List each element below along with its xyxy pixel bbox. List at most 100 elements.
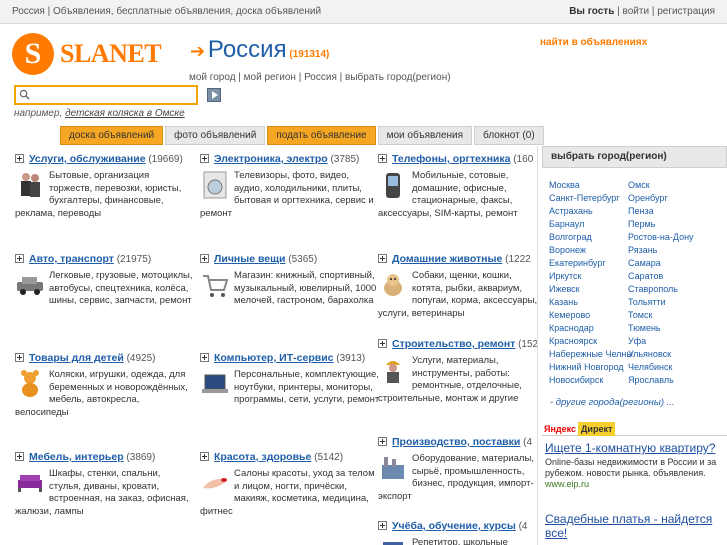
find-in-ads-link[interactable]: найти в объявлениях bbox=[540, 37, 647, 48]
expand-icon[interactable] bbox=[378, 339, 387, 348]
tab-my-ads[interactable]: мои объявления bbox=[377, 126, 473, 145]
dog-icon bbox=[384, 274, 402, 296]
worker-icon bbox=[386, 361, 400, 383]
city-link[interactable]: Тольятти bbox=[628, 297, 666, 307]
city-link[interactable]: Омск bbox=[628, 180, 650, 190]
category-services: Услуги, обслуживание (19669) Бытовые, ор… bbox=[15, 153, 195, 220]
city-link[interactable]: Ростов-на-Дону bbox=[628, 232, 694, 242]
city-link[interactable]: Пенза bbox=[628, 206, 654, 216]
category-title[interactable]: Красота, здоровье bbox=[214, 451, 311, 463]
expand-icon[interactable] bbox=[15, 353, 24, 362]
category-title[interactable]: Услуги, обслуживание bbox=[29, 153, 146, 165]
expand-icon[interactable] bbox=[15, 154, 24, 163]
login-link[interactable]: войти bbox=[623, 6, 650, 17]
region-links[interactable]: мой город | мой регион | Россия | выбрат… bbox=[189, 72, 451, 83]
site-tagline: Россия | Объявления, бесплатные объявлен… bbox=[12, 6, 322, 17]
tab-photo-ads[interactable]: фото объявлений bbox=[165, 126, 266, 145]
category-title[interactable]: Производство, поставки bbox=[392, 436, 520, 448]
category-title[interactable]: Товары для детей bbox=[29, 352, 124, 364]
city-link[interactable]: Уфа bbox=[628, 336, 646, 346]
search-box[interactable] bbox=[14, 85, 198, 105]
city-link[interactable]: Набережные Челны bbox=[549, 349, 633, 359]
category-count: (160 bbox=[513, 154, 534, 165]
expand-icon[interactable] bbox=[200, 154, 209, 163]
category-education: Учёба, обучение, курсы (4 Репетитор, шко… bbox=[378, 520, 538, 545]
category-title[interactable]: Электроника, электро bbox=[214, 153, 328, 165]
city-link[interactable]: Ижевск bbox=[549, 284, 580, 294]
category-title[interactable]: Личные вещи bbox=[214, 253, 285, 265]
category-construction: Строительство, ремонт (152 Услуги, матер… bbox=[378, 338, 538, 405]
category-count: (3869) bbox=[126, 452, 156, 463]
separator: | bbox=[651, 6, 655, 17]
city-sidebar: выбрать город(регион) Москва Санкт-Петер… bbox=[542, 146, 727, 388]
city-link[interactable]: Рязань bbox=[628, 245, 657, 255]
city-link[interactable]: Барнаул bbox=[549, 219, 584, 229]
category-title[interactable]: Учёба, обучение, курсы bbox=[392, 520, 516, 532]
search-input[interactable] bbox=[32, 87, 192, 103]
ad-item: Свадебные платья - найдется все! bbox=[545, 512, 725, 540]
city-link[interactable]: Самара bbox=[628, 258, 661, 268]
category-title[interactable]: Строительство, ремонт bbox=[392, 338, 515, 350]
business-people-icon bbox=[21, 173, 40, 197]
expand-icon[interactable] bbox=[15, 254, 24, 263]
ad-url[interactable]: www.eip.ru bbox=[545, 479, 725, 489]
search-submit-button[interactable] bbox=[207, 88, 221, 102]
expand-icon[interactable] bbox=[200, 452, 209, 461]
category-title[interactable]: Компьютер, ИТ-сервис bbox=[214, 352, 333, 364]
city-link[interactable]: Томск bbox=[628, 310, 652, 320]
direct-label[interactable]: Директ bbox=[578, 422, 616, 436]
city-link[interactable]: Санкт-Петербург bbox=[549, 193, 620, 203]
expand-icon[interactable] bbox=[378, 521, 387, 530]
tab-board[interactable]: доска объявлений bbox=[60, 126, 164, 145]
site-logo[interactable]: S SLANET bbox=[12, 33, 162, 77]
city-link[interactable]: Ставрополь bbox=[628, 284, 678, 294]
search-example: например, детская коляска в Омске bbox=[14, 108, 185, 119]
city-link[interactable]: Красноярск bbox=[549, 336, 597, 346]
expand-icon[interactable] bbox=[378, 154, 387, 163]
category-count: (3913) bbox=[336, 353, 366, 364]
city-link[interactable]: Казань bbox=[549, 297, 578, 307]
city-link[interactable]: Иркутск bbox=[549, 271, 581, 281]
city-link[interactable]: Пермь bbox=[628, 219, 655, 229]
city-link[interactable]: Кемерово bbox=[549, 310, 590, 320]
city-link[interactable]: Волгоград bbox=[549, 232, 592, 242]
city-link[interactable]: Москва bbox=[549, 180, 580, 190]
city-link[interactable]: Нижний Новгород bbox=[549, 362, 624, 372]
register-link[interactable]: регистрация bbox=[657, 6, 715, 17]
category-count: (4925) bbox=[126, 353, 156, 364]
category-title[interactable]: Телефоны, оргтехника bbox=[392, 153, 510, 165]
ad-title-link[interactable]: Свадебные платья - найдется все! bbox=[545, 512, 725, 540]
expand-icon[interactable] bbox=[378, 437, 387, 446]
expand-icon[interactable] bbox=[200, 353, 209, 362]
city-link[interactable]: Ульяновск bbox=[628, 349, 671, 359]
city-link[interactable]: Оренбург bbox=[628, 193, 668, 203]
tab-post-ad[interactable]: подать объявление bbox=[267, 126, 376, 145]
category-title[interactable]: Авто, транспорт bbox=[29, 253, 114, 265]
expand-icon[interactable] bbox=[378, 254, 387, 263]
example-link[interactable]: детская коляска в Омске bbox=[65, 108, 185, 119]
region-count: (191314) bbox=[289, 49, 330, 60]
city-link[interactable]: Челябинск bbox=[628, 362, 672, 372]
city-link[interactable]: Астрахань bbox=[549, 206, 593, 216]
city-link[interactable]: Саратов bbox=[628, 271, 663, 281]
expand-icon[interactable] bbox=[15, 452, 24, 461]
region-title: ➔ Россия (191314) bbox=[190, 36, 329, 64]
category-title[interactable]: Домашние животные bbox=[392, 253, 502, 265]
tab-notepad[interactable]: блокнот (0) bbox=[474, 126, 544, 145]
category-title[interactable]: Мебель, интерьер bbox=[29, 451, 124, 463]
city-link[interactable]: Тюмень bbox=[628, 323, 661, 333]
city-link[interactable]: Новосибирск bbox=[549, 375, 603, 385]
expand-icon[interactable] bbox=[200, 254, 209, 263]
main-tabs: доска объявлений фото объявлений подать … bbox=[60, 126, 546, 145]
region-name[interactable]: Россия bbox=[208, 36, 287, 63]
city-link[interactable]: Ярославль bbox=[628, 375, 674, 385]
sofa-icon bbox=[18, 475, 42, 492]
city-link[interactable]: Краснодар bbox=[549, 323, 594, 333]
category-personal: Личные вещи (5365) Магазин: книжный, спо… bbox=[200, 253, 380, 308]
other-regions-link[interactable]: - другие города(регионы) ... bbox=[550, 397, 675, 408]
city-link[interactable]: Воронеж bbox=[549, 245, 586, 255]
city-link[interactable]: Екатеринбург bbox=[549, 258, 606, 268]
yandex-logo[interactable]: Яндекс bbox=[544, 424, 576, 434]
ad-title-link[interactable]: Ищете 1-комнатную квартиру? bbox=[545, 441, 725, 455]
category-count: (21975) bbox=[116, 254, 152, 265]
